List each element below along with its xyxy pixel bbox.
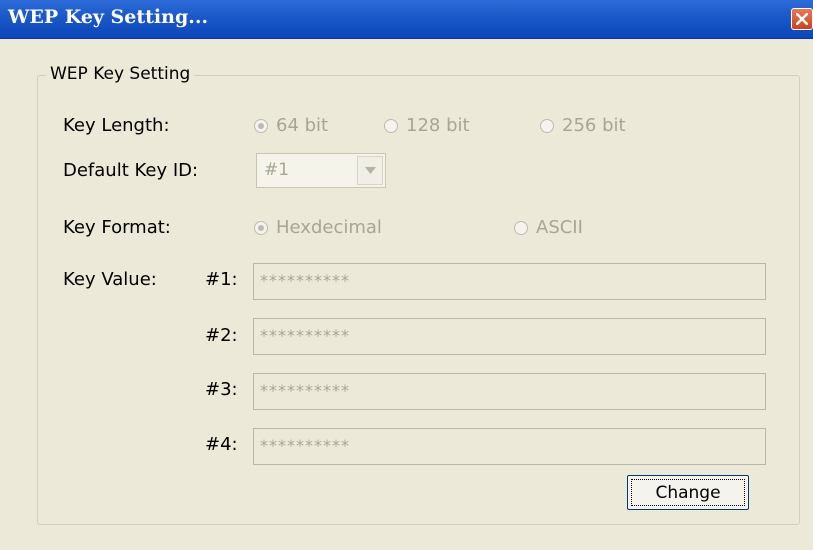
key-4-label: #4: bbox=[205, 434, 238, 455]
radio-hexdecimal[interactable]: Hexdecimal bbox=[254, 217, 382, 238]
radio-hexdecimal-label: Hexdecimal bbox=[276, 217, 382, 238]
radio-ascii[interactable]: ASCII bbox=[514, 217, 583, 238]
radio-icon bbox=[254, 220, 268, 235]
key-1-field[interactable]: ********** bbox=[253, 263, 766, 300]
group-legend: WEP Key Setting bbox=[46, 64, 195, 84]
radio-icon bbox=[514, 220, 528, 235]
radio-128-bit[interactable]: 128 bit bbox=[384, 115, 470, 136]
key-3-label: #3: bbox=[205, 379, 238, 400]
key-length-label: Key Length: bbox=[63, 115, 170, 136]
chevron-down-icon bbox=[365, 167, 376, 174]
radio-128-bit-label: 128 bit bbox=[406, 115, 470, 136]
radio-64-bit-label: 64 bit bbox=[276, 115, 329, 136]
key-2-value: ********** bbox=[260, 326, 350, 345]
dropdown-button[interactable] bbox=[357, 156, 383, 185]
key-4-value: ********** bbox=[260, 436, 350, 455]
radio-icon bbox=[384, 118, 398, 133]
key-3-field[interactable]: ********** bbox=[253, 373, 766, 410]
radio-256-bit[interactable]: 256 bit bbox=[540, 115, 626, 136]
radio-64-bit[interactable]: 64 bit bbox=[254, 115, 328, 136]
key-value-label: Key Value: bbox=[63, 269, 157, 290]
radio-icon bbox=[540, 118, 554, 133]
title-bar: WEP Key Setting... bbox=[0, 0, 813, 39]
key-2-label: #2: bbox=[205, 325, 238, 346]
change-button-label: Change bbox=[631, 479, 745, 506]
radio-256-bit-label: 256 bit bbox=[562, 115, 626, 136]
key-1-value: ********** bbox=[260, 271, 350, 290]
key-2-field[interactable]: ********** bbox=[253, 318, 766, 355]
change-button[interactable]: Change bbox=[627, 475, 749, 510]
key-3-value: ********** bbox=[260, 381, 350, 400]
default-key-id-select[interactable]: #1 bbox=[256, 153, 386, 188]
default-key-id-label: Default Key ID: bbox=[63, 160, 199, 181]
key-1-label: #1: bbox=[205, 269, 238, 290]
close-button[interactable] bbox=[791, 8, 813, 30]
close-icon bbox=[796, 13, 808, 25]
window-title: WEP Key Setting... bbox=[8, 6, 209, 28]
radio-icon bbox=[254, 118, 268, 133]
key-4-field[interactable]: ********** bbox=[253, 428, 766, 465]
default-key-id-value: #1 bbox=[264, 160, 290, 180]
radio-ascii-label: ASCII bbox=[536, 217, 583, 238]
key-format-label: Key Format: bbox=[63, 217, 171, 238]
dialog-body: WEP Key Setting Key Length: 64 bit 128 b… bbox=[0, 39, 813, 550]
